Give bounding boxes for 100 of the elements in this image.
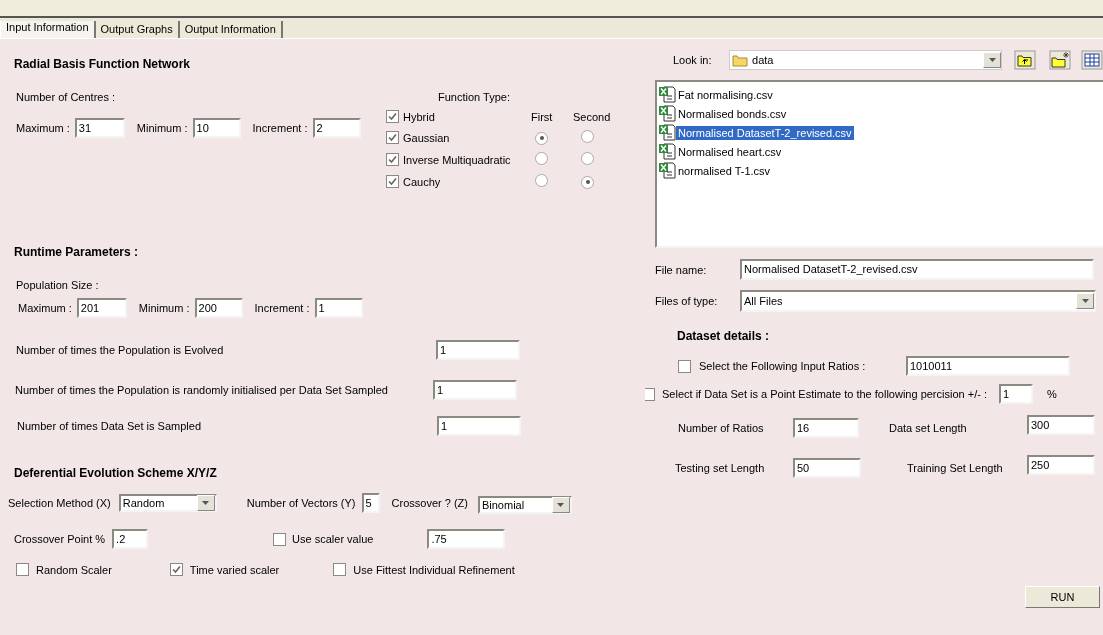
spreadsheet-icon: [658, 162, 676, 179]
input-field[interactable]: 16: [793, 418, 859, 438]
caret-icon: [988, 58, 996, 62]
dropdown[interactable]: Random: [118, 494, 217, 512]
field-label: Minimum :: [136, 122, 188, 134]
input-field[interactable]: 250: [1027, 455, 1095, 475]
radio-button[interactable]: [535, 174, 548, 187]
input-field[interactable]: 201: [76, 298, 127, 318]
checkbox[interactable]: [386, 153, 399, 166]
radio-button[interactable]: [581, 130, 594, 143]
input-field[interactable]: 50: [793, 458, 861, 478]
list-view-icon[interactable]: [1081, 50, 1103, 70]
field-label: Maximum :: [16, 122, 70, 134]
input-field[interactable]: 300: [1027, 415, 1095, 435]
field-label: Crossover ? (Z): [391, 497, 468, 509]
section-title: Radial Basis Function Network: [14, 57, 192, 71]
checkbox[interactable]: [645, 387, 655, 401]
field-label: Use scaler value: [292, 533, 374, 545]
field-label: Selection Method (X): [8, 497, 111, 509]
field-label: Select the Following Input Ratios :: [699, 360, 867, 372]
field-label: Testing set Length: [675, 462, 766, 474]
input-field[interactable]: .2: [112, 529, 149, 549]
checkbox[interactable]: [16, 563, 29, 576]
checkbox-label: Cauchy: [403, 175, 442, 188]
field-label: Maximum :: [18, 302, 72, 314]
spreadsheet-icon: [658, 105, 676, 122]
group-label: Function Type:: [438, 91, 511, 103]
radio-button[interactable]: [535, 152, 548, 165]
checkbox-label: Use Fittest Individual Refinement: [353, 563, 515, 576]
field-label: Increment :: [252, 122, 308, 134]
input-field[interactable]: 1: [998, 384, 1033, 404]
input-field[interactable]: 31: [74, 118, 125, 138]
input-field[interactable]: .75: [427, 529, 506, 549]
input-field[interactable]: 1: [433, 380, 517, 400]
checkbox-label: Inverse Multiquadratic: [403, 153, 512, 166]
checkbox-label: Time varied scaler: [189, 563, 280, 576]
checkbox-label: Gaussian: [403, 131, 451, 144]
field-label: Population Size :: [16, 279, 100, 291]
field-label: Number of times the Population is Evolved: [16, 344, 225, 356]
input-field[interactable]: 1: [436, 340, 520, 360]
file-list[interactable]: Fat normalising.csv Normalised bonds.csv Normalised DatasetT-2_revised.csv Normalised heart.csv normalised T-1.csv: [655, 80, 1103, 248]
field-label: Training Set Length: [907, 462, 1004, 474]
radio-button[interactable]: [535, 131, 548, 145]
spreadsheet-icon: [658, 86, 676, 103]
checkbox[interactable]: [386, 110, 399, 123]
dropdown[interactable]: Binomial: [477, 496, 572, 514]
input-field[interactable]: 2: [312, 118, 361, 138]
caret-icon: [202, 501, 210, 505]
field-label: Increment :: [254, 302, 310, 314]
input-field[interactable]: 200: [194, 298, 243, 318]
field-label: Files of type:: [655, 295, 719, 307]
field-label: Data set Length: [889, 422, 968, 434]
caret-icon: [1081, 299, 1089, 303]
input-field[interactable]: 5: [361, 493, 380, 513]
dropdown[interactable]: data: [729, 50, 1002, 70]
spreadsheet-icon: [658, 143, 676, 160]
section-title: Dataset details :: [677, 329, 771, 343]
field-label: Number of Centres :: [16, 91, 117, 103]
folder-icon: [732, 53, 749, 67]
new-folder-icon[interactable]: [1049, 50, 1071, 70]
field-label: Crossover Point %: [14, 533, 106, 545]
column-header: Second: [573, 110, 612, 123]
section-title: Deferential Evolution Scheme X/Y/Z: [14, 466, 218, 480]
radio-button[interactable]: [581, 152, 594, 165]
input-field[interactable]: 1: [437, 416, 521, 436]
checkbox[interactable]: [333, 563, 347, 576]
checkbox[interactable]: [273, 532, 287, 546]
tab[interactable]: Input Information: [0, 21, 96, 38]
field-label: Look in:: [673, 54, 713, 66]
file-item[interactable]: Normalised heart.csv: [676, 144, 784, 159]
file-item[interactable]: normalised T-1.csv: [676, 163, 773, 178]
file-item[interactable]: Fat normalising.csv: [676, 87, 775, 102]
input-field[interactable]: Normalised DatasetT-2_revised.csv: [740, 259, 1094, 280]
field-label: File name:: [655, 263, 708, 276]
checkbox-label: Hybrid: [403, 110, 436, 123]
caret-icon: [557, 503, 565, 507]
field-label: Minimum :: [138, 302, 190, 314]
input-field[interactable]: 1010011: [906, 356, 1070, 376]
field-label: Number of Vectors (Y): [246, 497, 356, 509]
input-field[interactable]: 10: [192, 118, 241, 138]
section-title: Runtime Parameters :: [14, 245, 140, 259]
run-button[interactable]: RUN: [1025, 586, 1100, 608]
checkbox[interactable]: [386, 175, 399, 188]
field-label: Number of Ratios: [678, 422, 765, 434]
spreadsheet-icon: [658, 124, 676, 141]
checkbox[interactable]: [678, 359, 691, 373]
checkbox[interactable]: [169, 563, 183, 576]
up-folder-icon[interactable]: [1014, 50, 1036, 70]
field-label: Number of times Data Set is Sampled: [17, 420, 203, 432]
input-field[interactable]: 1: [314, 298, 363, 318]
dropdown[interactable]: All Files: [740, 290, 1096, 312]
field-label: Number of times the Population is randomly initialised per Data Set Sampled: [15, 384, 389, 396]
field-label: Select if Data Set is a Point Estimate to the following percision +/- :: [662, 388, 987, 400]
column-header: First: [531, 110, 554, 123]
checkbox-label: Random Scaler: [36, 563, 112, 576]
file-item[interactable]: Normalised bonds.csv: [676, 106, 789, 121]
checkbox[interactable]: [386, 131, 399, 144]
field-label: %: [1046, 388, 1057, 400]
radio-button[interactable]: [581, 175, 594, 189]
file-item[interactable]: Normalised DatasetT-2_revised.csv: [676, 125, 854, 140]
